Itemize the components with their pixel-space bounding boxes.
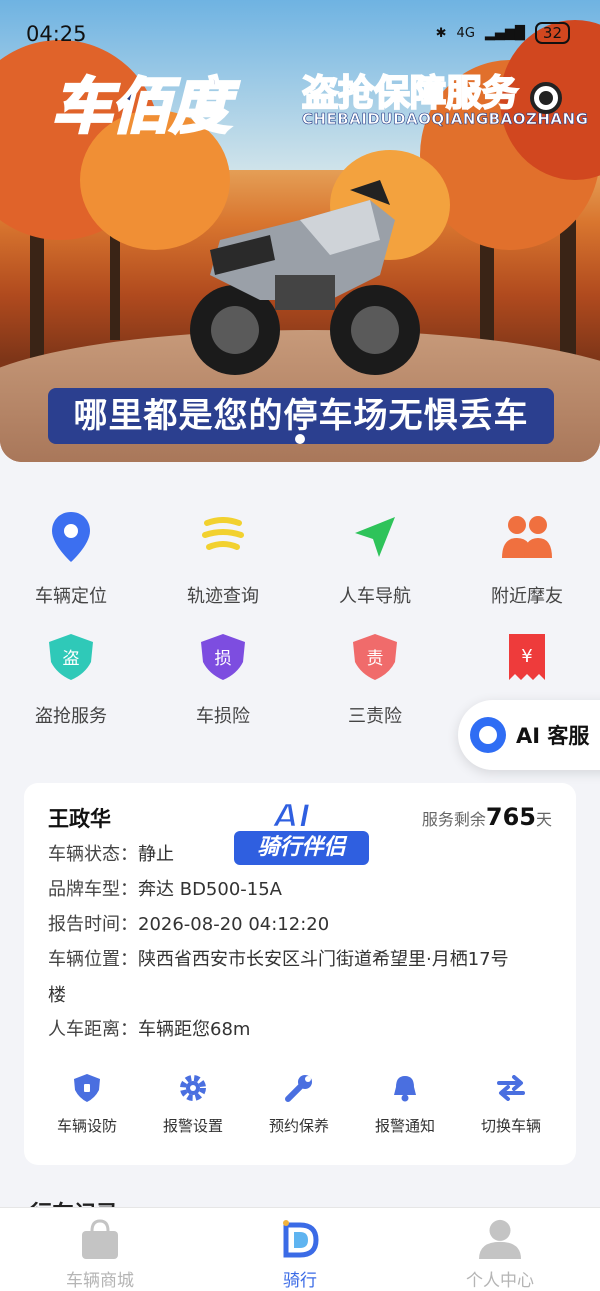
quick-action-nearby-riders[interactable]: 附近摩友 [452, 512, 600, 608]
person-icon [479, 1218, 521, 1260]
ai-badge-top: AI [273, 796, 312, 836]
report-time-row: 报告时间：2026-08-20 04:12:20 [48, 908, 329, 942]
vehicle-card: 王政华 服务剩余765天 AI 骑行伴侣 车辆状态：静止 品牌车型：奔达 BD5… [24, 783, 576, 1165]
info-key: 车辆位置： [48, 949, 138, 970]
ai-customer-service-button[interactable]: AI 客服 [458, 700, 600, 770]
quick-action-label: 盗抢服务 [35, 706, 107, 727]
info-key: 报告时间： [48, 914, 138, 935]
status-bar: 04:25 ✱ 4G ▂▄▆█ 32 [0, 0, 600, 60]
ai-riding-companion-badge[interactable]: AI 骑行伴侣 [234, 796, 369, 867]
info-key: 人车距离： [48, 1019, 138, 1040]
quick-action-label: 附近摩友 [491, 586, 563, 607]
vehicle-action-label: 报警通知 [374, 1117, 435, 1135]
quick-action-damage-insurance[interactable]: 损 车损险 [148, 632, 298, 728]
promo-banner[interactable]: 04:25 ✱ 4G ▂▄▆█ 32 车佰度 盗抢保障服务 CHEBAIDUDA… [0, 0, 600, 462]
swap-icon [496, 1073, 526, 1103]
distance-row: 人车距离：车辆距您68m [48, 1013, 250, 1047]
track-icon [198, 512, 248, 562]
banner-brand: 车佰度 [51, 71, 232, 144]
svg-text:¥: ¥ [521, 646, 532, 667]
quick-action-track[interactable]: 轨迹查询 [148, 512, 298, 608]
info-value: 车辆距您68m [138, 1019, 251, 1040]
info-key: 品牌车型： [48, 879, 138, 900]
vehicle-status-row: 车辆状态：静止 [48, 838, 174, 872]
alarm-notification-button[interactable]: 报警通知 [352, 1073, 458, 1136]
bluetooth-icon: ✱ [435, 25, 447, 41]
vehicle-model-row: 品牌车型：奔达 BD500-15A [48, 873, 282, 907]
nav-ride[interactable]: 骑行 [200, 1218, 400, 1291]
quick-action-label: 人车导航 [339, 586, 411, 607]
quick-action-navigation[interactable]: 人车导航 [300, 512, 450, 608]
banner-service-title: 盗抢保障服务 [301, 72, 519, 115]
book-maintenance-button[interactable]: 预约保养 [246, 1073, 352, 1136]
info-value: 陕西省西安市长安区斗门街道希望里·月栖17号 [138, 949, 509, 970]
quick-action-label: 三责险 [348, 706, 402, 727]
svg-text:责: 责 [367, 649, 384, 669]
nav-vehicle-mall[interactable]: 车辆商城 [0, 1218, 200, 1291]
bell-icon [390, 1073, 420, 1103]
svg-text:盗: 盗 [63, 649, 80, 669]
bottom-navigation: 车辆商城 骑行 个人中心 [0, 1207, 600, 1291]
wrench-icon [284, 1073, 314, 1103]
arm-vehicle-button[interactable]: 车辆设防 [34, 1073, 140, 1136]
motorcycle-image [190, 180, 420, 375]
vehicle-action-label: 报警设置 [162, 1117, 223, 1135]
battery-icon: 32 [534, 22, 570, 44]
carousel-indicator[interactable] [295, 434, 305, 444]
people-icon [502, 512, 552, 562]
theft-shield-icon: 盗 [46, 632, 96, 682]
vehicle-action-label: 车辆设防 [56, 1117, 117, 1135]
location-pin-icon [46, 512, 96, 562]
vehicle-action-label: 切换车辆 [480, 1117, 541, 1135]
quick-action-label: 车损险 [196, 706, 250, 727]
quick-action-label: 轨迹查询 [187, 586, 259, 607]
status-time: 04:25 [26, 22, 87, 46]
gear-icon [178, 1073, 208, 1103]
ride-logo-icon [279, 1218, 321, 1260]
record-icon[interactable] [530, 82, 562, 114]
vehicle-location-row-cont: 楼 [48, 979, 66, 1013]
status-icons: ✱ 4G ▂▄▆█ 32 [436, 22, 570, 44]
quick-action-vehicle-location[interactable]: 车辆定位 [0, 512, 146, 608]
damage-shield-icon: 损 [198, 632, 248, 682]
owner-name: 王政华 [48, 807, 111, 831]
lock-shield-icon [72, 1073, 102, 1103]
vehicle-location-row: 车辆位置：陕西省西安市长安区斗门街道希望里·月栖17号 [48, 943, 509, 977]
quick-action-label: 车辆定位 [35, 586, 107, 607]
quick-action-payment[interactable]: ¥ [452, 632, 600, 702]
signal-icon: ▂▄▆█ [484, 25, 525, 41]
nav-label: 骑行 [283, 1271, 317, 1291]
nav-label: 车辆商城 [66, 1271, 134, 1291]
liability-shield-icon: 责 [350, 632, 400, 682]
service-remaining: 服务剩余765天 [422, 803, 552, 831]
remain-prefix: 服务剩余 [421, 810, 486, 829]
quick-action-theft-service[interactable]: 盗 盗抢服务 [0, 632, 146, 728]
shop-bag-icon [79, 1218, 121, 1260]
remain-days: 765 [485, 803, 536, 831]
alarm-settings-button[interactable]: 报警设置 [140, 1073, 246, 1136]
switch-vehicle-button[interactable]: 切换车辆 [458, 1073, 564, 1136]
info-value: 奔达 BD500-15A [138, 879, 282, 900]
ai-customer-service-label: AI 客服 [516, 724, 590, 748]
svg-text:损: 损 [215, 649, 232, 669]
headset-icon [470, 717, 506, 753]
info-value: 2026-08-20 04:12:20 [138, 914, 330, 935]
navigation-arrow-icon [350, 512, 400, 562]
network-label: 4G [456, 25, 475, 41]
vehicle-action-label: 预约保养 [268, 1117, 329, 1135]
remain-unit: 天 [535, 810, 552, 829]
yuan-receipt-icon: ¥ [502, 632, 552, 682]
info-value: 静止 [138, 844, 174, 865]
nav-personal-center[interactable]: 个人中心 [400, 1218, 600, 1291]
ai-badge-bottom: 骑行伴侣 [234, 831, 369, 865]
nav-label: 个人中心 [466, 1271, 534, 1291]
info-value: 楼 [48, 985, 66, 1006]
quick-action-liability-insurance[interactable]: 责 三责险 [300, 632, 450, 728]
vehicle-actions: 车辆设防 报警设置 预约保养 报警通知 切换车辆 [24, 1073, 576, 1136]
info-key: 车辆状态： [48, 844, 138, 865]
